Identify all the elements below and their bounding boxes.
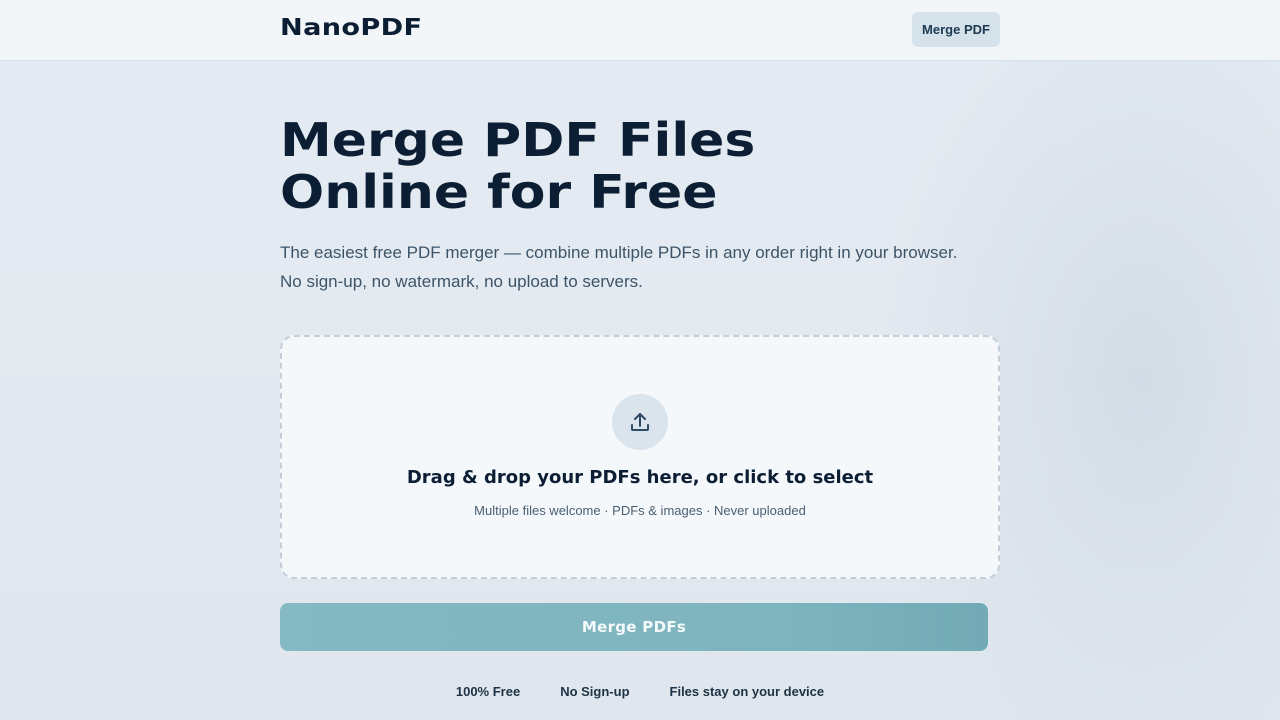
dropzone-title: Drag & drop your PDFs here, or click to … (406, 467, 874, 488)
file-dropzone[interactable]: Drag & drop your PDFs here, or click to … (280, 335, 1000, 579)
page-subtitle: The easiest free PDF merger — combine mu… (280, 238, 1000, 296)
upload-icon (612, 394, 668, 450)
feature-item-local-files: Files stay on your device (669, 684, 825, 699)
feature-item-no-signup: No Sign-up (560, 684, 630, 699)
page-subtitle-line-2: No sign-up, no watermark, no upload to s… (280, 272, 643, 291)
page-title-line-1: Merge PDF Files (280, 113, 756, 167)
dropzone-hint: Multiple files welcome · PDFs & images ·… (474, 503, 806, 518)
page-title: Merge PDF Files Online for Free (280, 114, 1139, 218)
site-logo[interactable]: NanoPDF (280, 15, 422, 41)
nav-merge-pdf-button[interactable]: Merge PDF (912, 12, 1000, 47)
feature-list: 100% Free No Sign-up Files stay on your … (0, 684, 1280, 699)
top-navbar: NanoPDF Merge PDF (0, 0, 1280, 61)
feature-item-free: 100% Free (455, 684, 521, 699)
page-title-line-2: Online for Free (280, 165, 718, 219)
page-subtitle-line-1: The easiest free PDF merger — combine mu… (280, 243, 958, 262)
merge-pdfs-button[interactable]: Merge PDFs (280, 603, 988, 651)
